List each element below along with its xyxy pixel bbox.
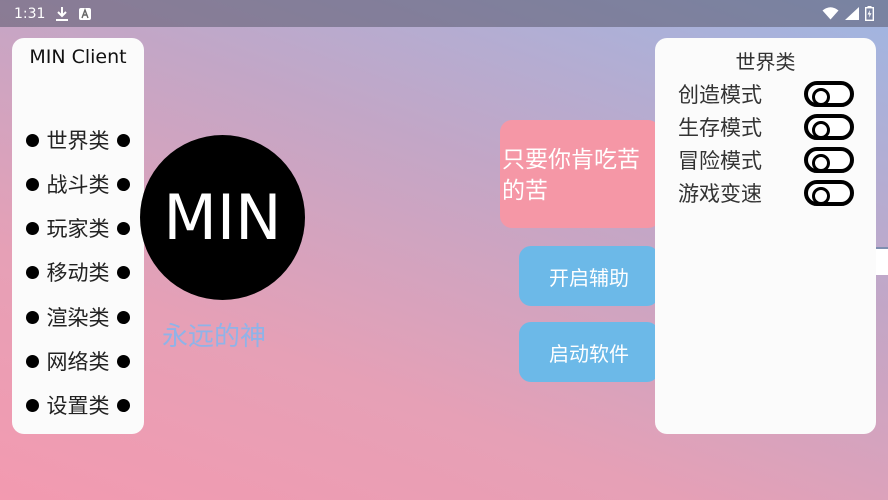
enable-assist-button[interactable]: 开启辅助	[519, 246, 659, 306]
settings-panel: 世界类 创造模式 生存模式 冒险模式 游戏变速	[655, 38, 876, 434]
survival-mode-switch[interactable]	[804, 114, 854, 140]
status-bar-left: 1:31	[14, 5, 92, 22]
bullet-icon	[117, 354, 130, 368]
adventure-mode-switch[interactable]	[804, 147, 854, 173]
offscreen-panel-edge	[876, 247, 888, 275]
menu-item-label: 移动类	[46, 261, 110, 285]
bullet-icon	[26, 221, 39, 235]
wifi-icon	[822, 7, 839, 20]
menu-item-network[interactable]: 网络类	[26, 346, 130, 376]
menu-item-label: 世界类	[46, 129, 110, 153]
category-menu: MIN Client 世界类 战斗类 玩家类 移动类 渲染类 网络类 设置类	[12, 38, 144, 434]
switch-knob	[812, 121, 830, 139]
bullet-icon	[117, 398, 130, 412]
bullet-icon	[26, 177, 39, 191]
menu-item-label: 玩家类	[46, 217, 110, 241]
bullet-icon	[117, 265, 130, 279]
creative-mode-switch[interactable]	[804, 81, 854, 107]
menu-item-label: 网络类	[46, 350, 110, 374]
menu-title: MIN Client	[29, 46, 127, 68]
menu-item-render[interactable]: 渲染类	[26, 302, 130, 332]
switch-knob	[812, 154, 830, 172]
toggle-row-adventure: 冒险模式	[678, 145, 854, 175]
min-logo: MIN	[140, 135, 305, 300]
subtitle: 永远的神	[162, 322, 267, 352]
download-icon	[55, 6, 69, 22]
app-notification-icon	[79, 7, 92, 20]
battery-icon	[865, 6, 874, 21]
bullet-icon	[117, 177, 130, 191]
bullet-icon	[117, 221, 130, 235]
game-speed-switch[interactable]	[804, 180, 854, 206]
menu-item-label: 渲染类	[46, 306, 110, 330]
switch-knob	[812, 88, 830, 106]
clock: 1:31	[14, 5, 46, 22]
toggle-row-game-speed: 游戏变速	[678, 178, 854, 208]
toggle-label: 生存模式	[678, 116, 762, 140]
menu-item-combat[interactable]: 战斗类	[26, 169, 130, 199]
bullet-icon	[117, 310, 130, 324]
bullet-icon	[26, 310, 39, 324]
switch-knob	[812, 187, 830, 205]
menu-item-label: 战斗类	[46, 173, 110, 197]
signal-icon	[845, 7, 859, 20]
toggle-label: 创造模式	[678, 83, 762, 107]
menu-item-settings[interactable]: 设置类	[26, 390, 130, 420]
launch-software-label: 启动软件	[549, 341, 629, 366]
logo-text: MIN	[163, 181, 282, 254]
toggle-row-creative: 创造模式	[678, 79, 854, 109]
status-bar: 1:31	[0, 0, 888, 27]
bullet-icon	[117, 133, 130, 147]
toggle-label: 游戏变速	[678, 182, 762, 206]
menu-item-player[interactable]: 玩家类	[26, 213, 130, 243]
toggle-label: 冒险模式	[678, 149, 762, 173]
bullet-icon	[26, 354, 39, 368]
slogan-text: 只要你肯吃苦的苦	[502, 147, 640, 204]
menu-item-label: 设置类	[46, 394, 110, 418]
enable-assist-label: 开启辅助	[549, 265, 629, 290]
launch-software-button[interactable]: 启动软件	[519, 322, 659, 382]
bullet-icon	[26, 265, 39, 279]
bullet-icon	[26, 398, 39, 412]
bullet-icon	[26, 133, 39, 147]
toggle-row-survival: 生存模式	[678, 112, 854, 142]
panel-title: 世界类	[735, 50, 796, 74]
slogan-card: 只要你肯吃苦的苦	[500, 120, 660, 228]
menu-item-world[interactable]: 世界类	[26, 125, 130, 155]
status-bar-right	[822, 6, 874, 21]
menu-item-movement[interactable]: 移动类	[26, 257, 130, 287]
